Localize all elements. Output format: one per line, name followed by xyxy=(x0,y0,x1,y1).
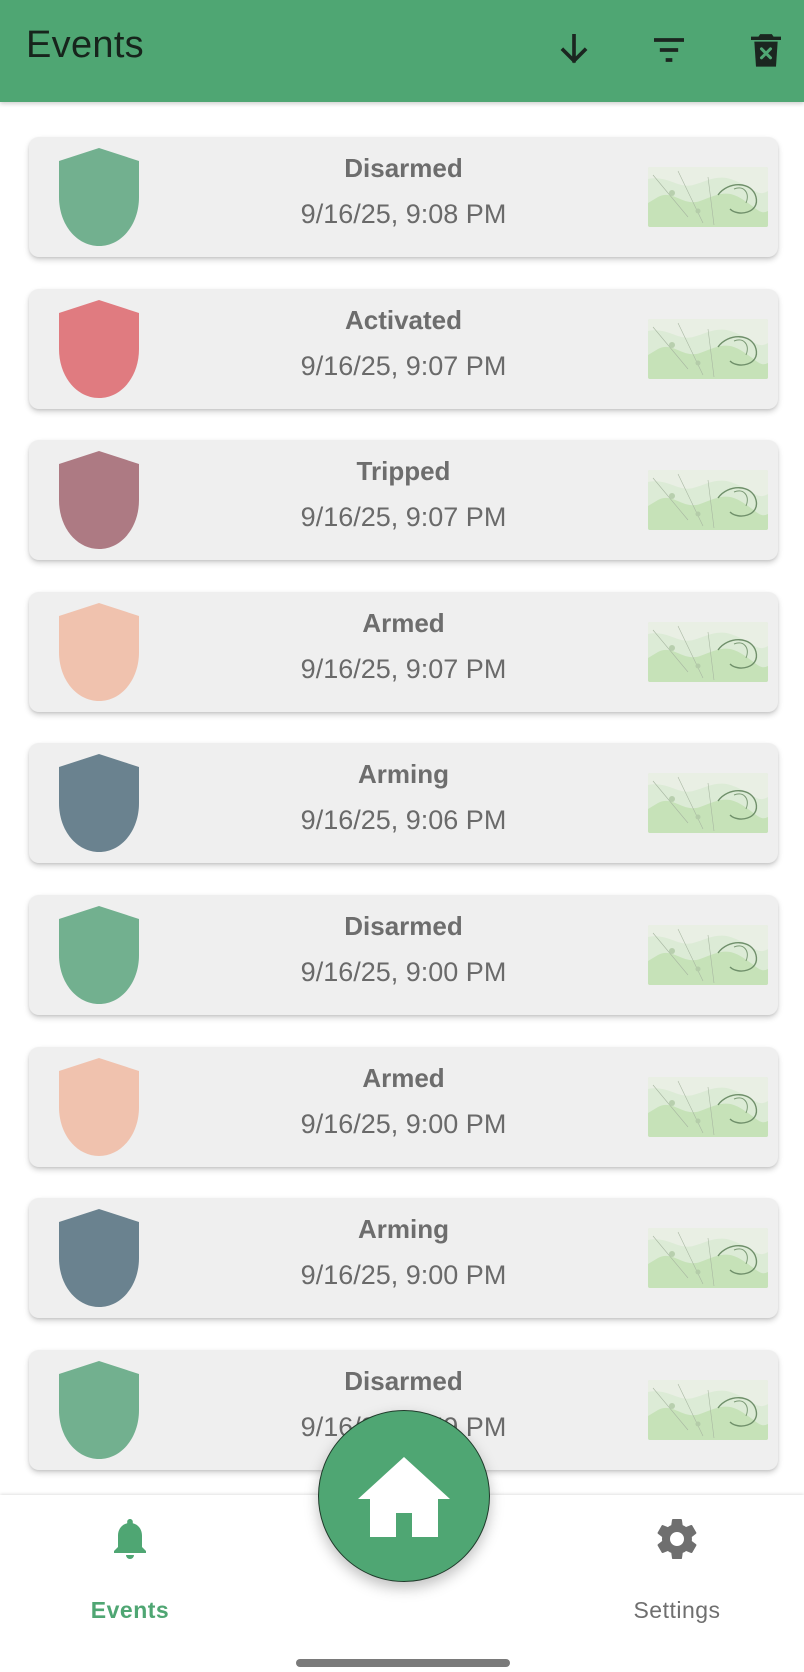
sort-button[interactable] xyxy=(546,22,602,78)
gear-icon xyxy=(653,1515,701,1563)
map-thumbnail[interactable] xyxy=(648,773,768,834)
filter-icon xyxy=(654,38,684,62)
map-thumbnail[interactable] xyxy=(648,318,768,379)
event-card[interactable]: Tripped 9/16/25, 9:07 PM xyxy=(29,440,778,561)
nav-label-settings: Settings xyxy=(633,1597,721,1623)
arrow-down-icon xyxy=(560,34,588,64)
home-indicator xyxy=(296,1659,510,1667)
map-thumbnail[interactable] xyxy=(648,1076,768,1137)
map-thumbnail[interactable] xyxy=(648,1228,768,1289)
delete-icon xyxy=(751,34,781,67)
filter-button[interactable] xyxy=(641,22,697,78)
event-card[interactable]: Arming 9/16/25, 9:00 PM xyxy=(29,1198,778,1319)
home-button[interactable] xyxy=(318,1410,490,1582)
event-card[interactable]: Activated 9/16/25, 9:07 PM xyxy=(29,288,778,409)
event-card[interactable]: Arming 9/16/25, 9:06 PM xyxy=(29,743,778,864)
nav-item-events[interactable]: Events xyxy=(30,1495,230,1645)
event-list[interactable]: Disarmed 9/16/25, 9:08 PM Activated 9/16… xyxy=(0,102,804,1495)
delete-all-button[interactable] xyxy=(738,22,794,78)
event-card[interactable]: Disarmed 9/16/25, 9:00 PM xyxy=(29,895,778,1015)
map-thumbnail[interactable] xyxy=(648,1379,768,1440)
page-title: Events xyxy=(26,24,144,66)
map-thumbnail[interactable] xyxy=(648,470,768,531)
map-thumbnail[interactable] xyxy=(648,925,768,985)
nav-label-events: Events xyxy=(90,1597,170,1623)
bell-icon xyxy=(106,1515,154,1563)
map-thumbnail[interactable] xyxy=(648,621,768,682)
map-thumbnail[interactable] xyxy=(648,167,768,227)
app-bar: Events xyxy=(0,0,804,102)
home-icon xyxy=(358,1457,450,1537)
event-card[interactable]: Disarmed 9/16/25, 9:08 PM xyxy=(29,137,778,257)
event-card[interactable]: Armed 9/16/25, 9:00 PM xyxy=(29,1046,778,1167)
nav-item-settings[interactable]: Settings xyxy=(577,1495,777,1645)
event-card[interactable]: Armed 9/16/25, 9:07 PM xyxy=(29,591,778,712)
